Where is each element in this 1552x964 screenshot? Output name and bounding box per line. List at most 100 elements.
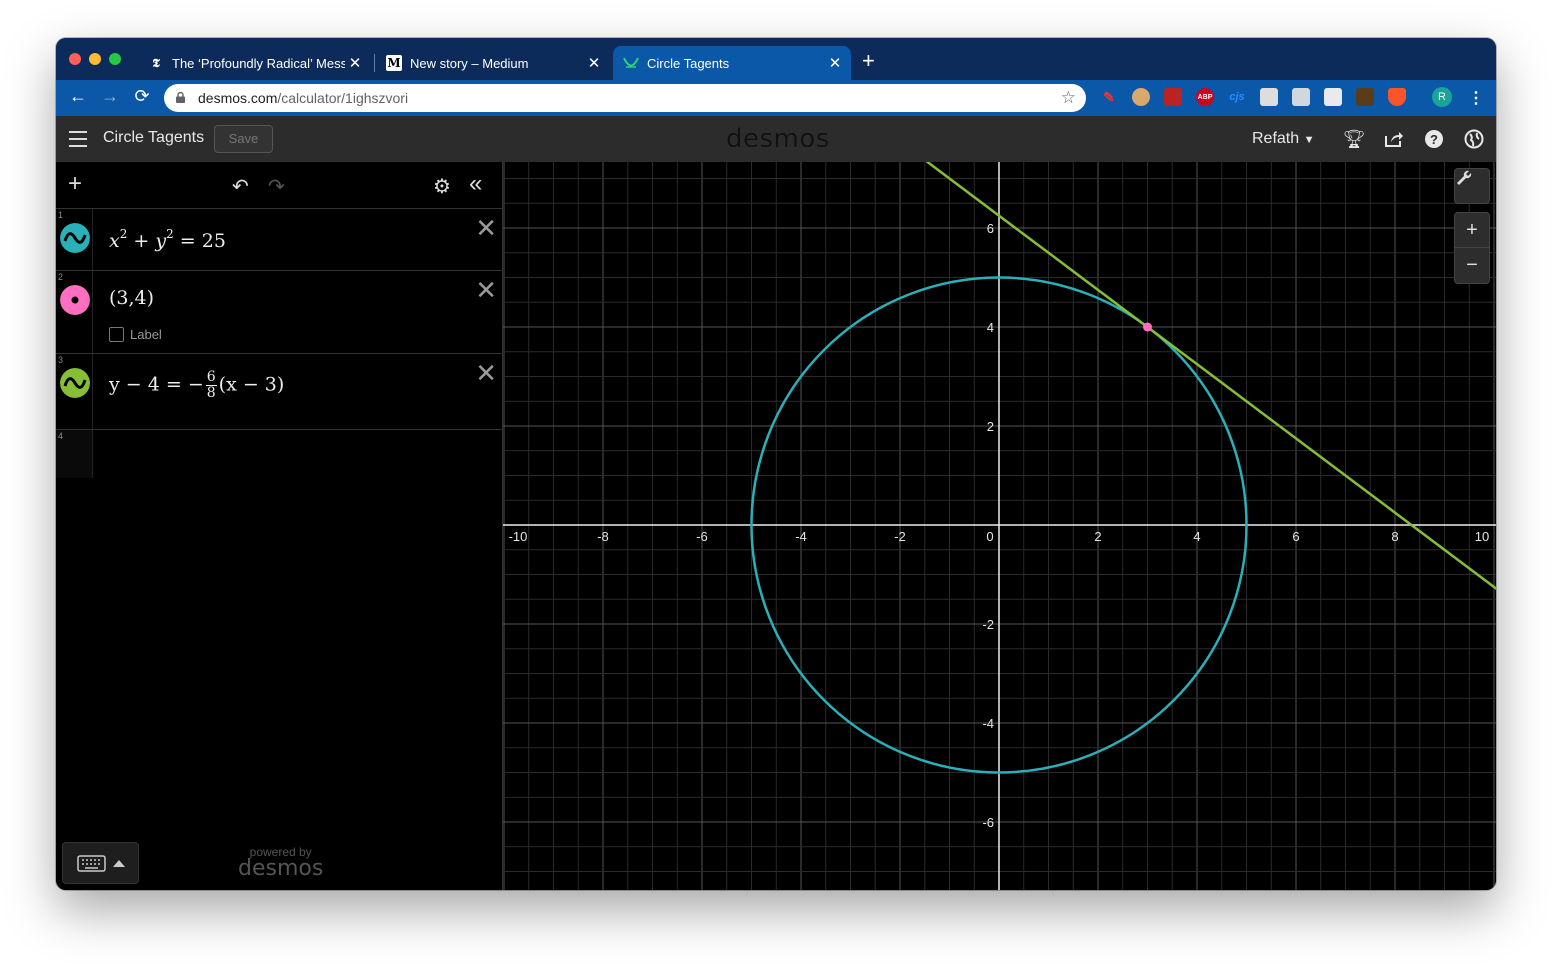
curve-color-icon[interactable]	[60, 368, 90, 398]
add-expression-icon[interactable]: +	[68, 170, 82, 198]
point-color-icon[interactable]	[60, 285, 90, 315]
address-bar[interactable]: desmos.com/calculator/1ighszvori ☆	[164, 84, 1086, 112]
powered-by-desmos: powered by desmos	[238, 845, 323, 880]
x-tick-label: 4	[1193, 529, 1200, 544]
math-exponent: 2	[166, 227, 174, 241]
close-icon[interactable]: ✕	[345, 54, 365, 72]
close-icon[interactable]: ✕	[584, 54, 604, 72]
expression-gutter: 4	[56, 430, 93, 478]
x-tick-label: 8	[1391, 529, 1398, 544]
graph-paper[interactable]: -10 -8 -6 -4 -2 0 2 4 6 8 10 -6 -4 -2 2 4 6 + −	[503, 162, 1496, 890]
collapse-panel-icon[interactable]: «	[469, 170, 482, 198]
bookmark-star-icon[interactable]: ☆	[1061, 88, 1076, 108]
expression-row-2[interactable]: 2 (3,4) ✕ Label	[56, 271, 503, 354]
y-tick-label: -6	[982, 815, 994, 830]
x-tick-label: -6	[696, 529, 708, 544]
badge-icon[interactable]	[1324, 88, 1342, 106]
url-host: desmos.com	[198, 90, 278, 106]
expression-number: 2	[58, 272, 64, 282]
new-tab-button[interactable]: +	[862, 50, 875, 72]
desmos-header: Circle Tagents Save desmos Refath ▼ 🏆︎ ?	[56, 116, 1496, 162]
math-lhs: y − 4 = −	[109, 373, 204, 396]
tab-title: The ‘Profoundly Radical’ Mess	[172, 55, 345, 71]
globe-icon[interactable]	[1464, 129, 1484, 149]
hamburger-menu-icon[interactable]	[69, 131, 87, 147]
y-tick-label: -2	[982, 617, 994, 632]
expression-gutter: 3	[56, 354, 93, 429]
expression-number: 3	[58, 355, 64, 365]
point-marker	[1143, 322, 1152, 332]
tab-circle-tagents[interactable]: Circle Tagents ✕	[613, 46, 851, 80]
tab-strip: 𝕿 The ‘Profoundly Radical’ Mess ✕ M New …	[56, 38, 1496, 80]
profile-avatar[interactable]: R	[1432, 87, 1452, 107]
x-tick-label: -4	[795, 529, 807, 544]
fraction-numerator: 6	[205, 369, 217, 386]
minimize-window-button[interactable]	[89, 53, 101, 65]
x-tick-label: -8	[597, 529, 609, 544]
lock-icon	[176, 92, 185, 103]
desmos-logo: desmos	[726, 124, 830, 154]
x-tick-label: 10	[1475, 529, 1489, 544]
user-name: Refath	[1252, 130, 1300, 147]
keyboard-icon	[77, 855, 125, 872]
math-fraction: 68	[205, 369, 217, 401]
expression-gutter: 1	[56, 209, 93, 270]
undo-icon[interactable]: ↶	[232, 174, 249, 199]
settings-gear-icon[interactable]: ⚙	[433, 174, 451, 199]
user-menu[interactable]: Refath ▼	[1252, 130, 1314, 148]
delete-expression-icon[interactable]: ✕	[475, 277, 497, 303]
wrench-icon[interactable]	[1454, 168, 1490, 204]
help-icon[interactable]: ?	[1424, 129, 1444, 149]
expression-panel: + ↶ ↷ ⚙ « 1 x2 + y2 = 25 ✕ 2 (3,4) ✕ Lab…	[56, 162, 503, 890]
abp-icon[interactable]: ABP	[1196, 88, 1214, 106]
tab-medium[interactable]: M New story – Medium ✕	[376, 46, 610, 80]
math-op: +	[127, 230, 156, 252]
y-tick-label: 6	[987, 221, 994, 236]
redo-icon[interactable]: ↷	[268, 174, 285, 199]
tab-nyt[interactable]: 𝕿 The ‘Profoundly Radical’ Mess ✕	[138, 46, 371, 80]
curve-color-icon[interactable]	[60, 223, 90, 253]
camera-icon[interactable]	[1260, 88, 1278, 106]
close-icon[interactable]: ✕	[825, 54, 845, 72]
keypad-toggle-button[interactable]	[62, 842, 139, 884]
zoom-in-button[interactable]: +	[1454, 212, 1490, 248]
cookie-icon[interactable]	[1132, 88, 1150, 106]
tab-separator	[374, 54, 375, 72]
expression-row-3[interactable]: 3 y − 4 = −6 8 (x − 3) ✕	[56, 354, 503, 430]
label-checkbox[interactable]	[109, 327, 124, 342]
shield-icon[interactable]	[1164, 88, 1182, 106]
y-tick-label: 4	[987, 320, 994, 335]
tab-title: Circle Tagents	[647, 55, 730, 71]
fox-icon[interactable]	[1356, 88, 1374, 106]
browser-menu-icon[interactable]: ⋮	[1468, 88, 1484, 108]
expression-math[interactable]: (3,4)	[109, 287, 154, 309]
pen-icon[interactable]: ✎	[1100, 88, 1118, 106]
expression-math[interactable]: y − 4 = −6 8 (x − 3)	[109, 370, 284, 401]
expression-math[interactable]: x2 + y2 = 25	[109, 227, 226, 252]
delete-expression-icon[interactable]: ✕	[475, 215, 497, 241]
x-tick-label: -2	[894, 529, 906, 544]
expression-number: 1	[58, 210, 64, 220]
forward-button[interactable]: →	[98, 86, 122, 107]
delete-expression-icon[interactable]: ✕	[475, 360, 497, 386]
expression-row-4[interactable]: 4	[56, 430, 503, 478]
graph-title[interactable]: Circle Tagents	[103, 129, 204, 147]
trophy-icon[interactable]: 🏆︎	[1343, 129, 1366, 149]
zoom-out-button[interactable]: −	[1454, 248, 1490, 284]
expression-toolbar: + ↶ ↷ ⚙ «	[56, 162, 503, 209]
save-button[interactable]: Save	[214, 125, 273, 153]
medium-icon: M	[386, 55, 402, 71]
puzzle-icon[interactable]	[1292, 88, 1310, 106]
math-var: y	[155, 230, 167, 252]
back-button[interactable]: ←	[66, 86, 90, 107]
y-tick-label: -4	[982, 716, 994, 731]
graph-canvas[interactable]: -10 -8 -6 -4 -2 0 2 4 6 8 10 -6 -4 -2 2 4 6	[503, 162, 1496, 890]
brave-icon[interactable]	[1388, 88, 1406, 106]
share-icon[interactable]	[1384, 129, 1404, 149]
expression-row-1[interactable]: 1 x2 + y2 = 25 ✕	[56, 209, 503, 271]
zoom-window-button[interactable]	[109, 53, 121, 65]
close-window-button[interactable]	[69, 53, 81, 65]
reload-button[interactable]: ⟳	[130, 86, 154, 107]
cjs-icon[interactable]: cjs	[1228, 88, 1246, 106]
svg-text:?: ?	[1430, 132, 1438, 147]
